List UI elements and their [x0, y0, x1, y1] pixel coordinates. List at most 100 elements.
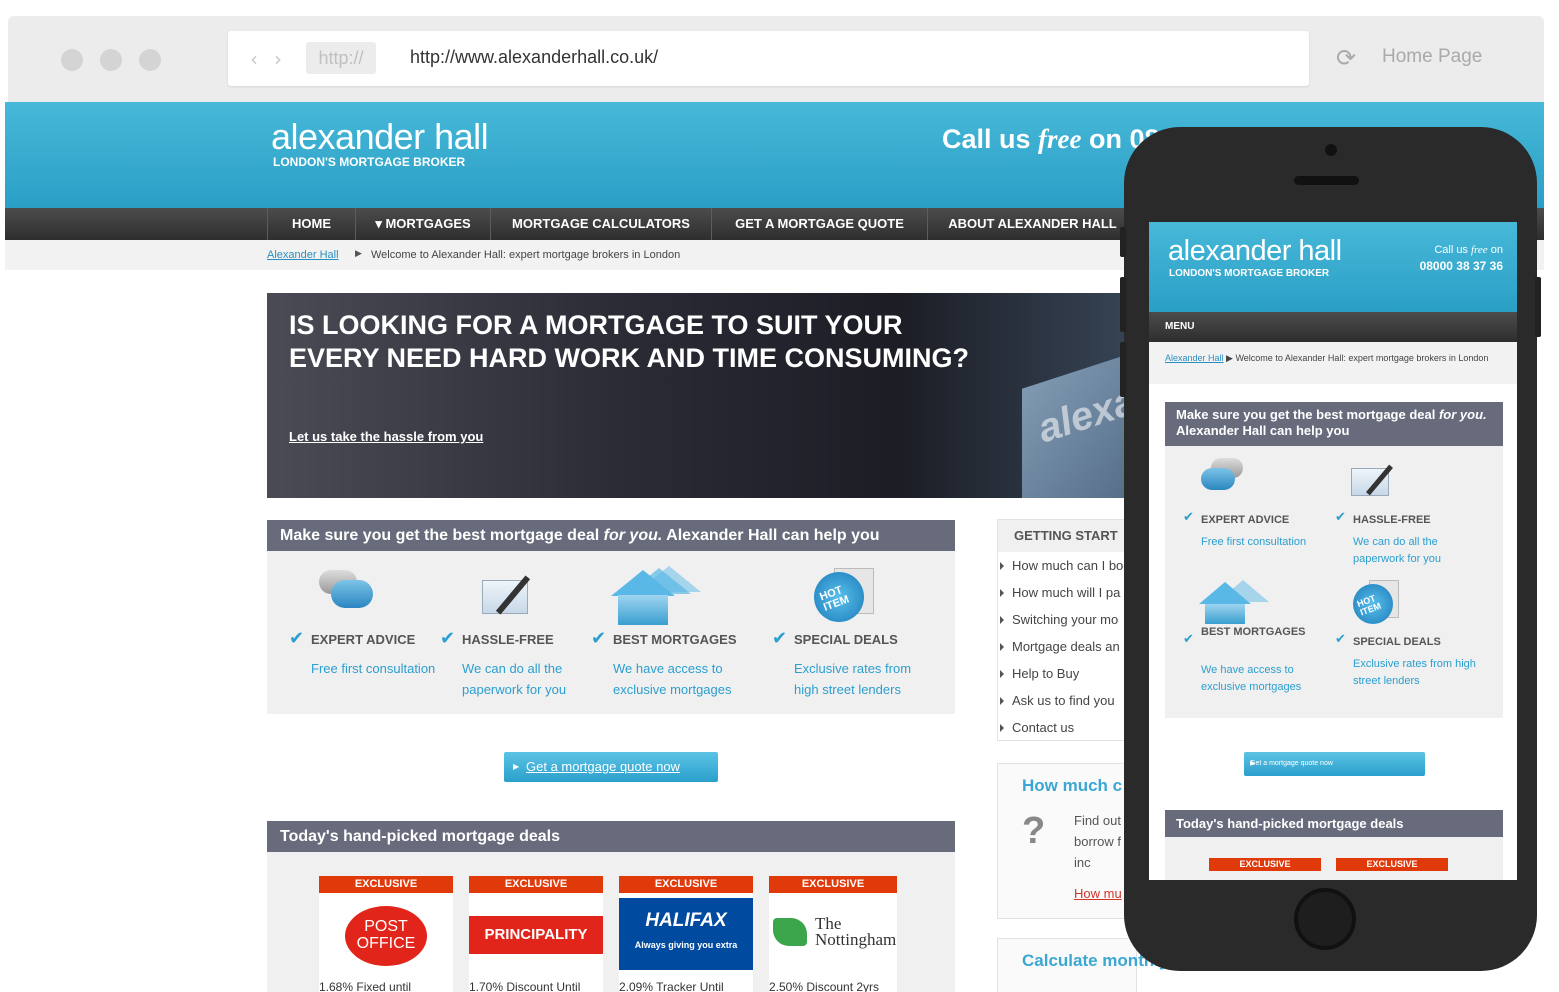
deal-card[interactable]: EXCLUSIVE The Nottingham 2.50% Discount …: [769, 876, 897, 992]
forward-arrow-icon[interactable]: ›: [274, 47, 282, 71]
exclusive-badge: EXCLUSIVE: [1336, 858, 1448, 871]
getting-started-panel: GETTING START How much can I bo How much…: [997, 519, 1137, 741]
how-much-link[interactable]: How mu: [1074, 886, 1122, 901]
houses-icon: [1199, 580, 1279, 624]
nav-mortgage-calculators[interactable]: MORTGAGE CALCULATORS: [490, 208, 711, 240]
window-maximize-dot[interactable]: [139, 49, 161, 71]
feature-title: SPECIAL DEALS: [794, 632, 898, 647]
get-quote-button[interactable]: ▶ Get a mortgage quote now: [504, 752, 718, 782]
nav-get-quote[interactable]: GET A MORTGAGE QUOTE: [711, 208, 927, 240]
feature-special-deals: HOT ITEM ✔ SPECIAL DEALS Exclusive rates…: [772, 558, 922, 697]
halifax-logo: HALIFAX Always giving you extra: [619, 898, 753, 970]
mobile-feature-desc: We have access to exclusive mortgages: [1201, 664, 1302, 693]
back-arrow-icon[interactable]: ‹: [250, 47, 258, 71]
hero-headline: IS LOOKING FOR A MORTGAGE TO SUIT YOUR E…: [289, 310, 970, 373]
sidebar-item[interactable]: Help to Buy: [998, 660, 1136, 687]
site-logo[interactable]: alexander hall: [271, 116, 489, 158]
call-us-text: Call us free on 08: [942, 124, 1160, 154]
phone-mute-switch: [1120, 227, 1126, 257]
exclusive-badge: EXCLUSIVE: [619, 876, 753, 893]
nav-home[interactable]: HOME: [267, 208, 355, 240]
envelope-pen-icon: [1351, 462, 1401, 502]
window-minimize-dot[interactable]: [100, 49, 122, 71]
mobile-breadcrumb-link[interactable]: Alexander Hall: [1165, 353, 1224, 363]
check-icon: ✔: [591, 628, 607, 649]
site-tagline: LONDON'S MORTGAGE BROKER: [273, 155, 466, 169]
calculate-panel: Calculate monthly: [997, 938, 1168, 992]
check-icon: ✔: [289, 628, 305, 649]
exclusive-badge: EXCLUSIVE: [319, 876, 453, 893]
reload-icon[interactable]: ⟳: [1336, 44, 1356, 72]
deal-rate: 2.09% Tracker Until: [619, 980, 724, 992]
sidebar-item[interactable]: Contact us: [998, 714, 1136, 741]
sidebar-item[interactable]: Mortgage deals an: [998, 633, 1136, 660]
phone-home-button[interactable]: [1294, 888, 1356, 950]
how-much-panel: How much c ? Find out borrow f your inc …: [997, 763, 1150, 919]
mobile-phone-number[interactable]: 08000 38 37 36: [1420, 258, 1503, 274]
phone-volume-down: [1120, 342, 1126, 397]
mobile-get-quote-button[interactable]: ▶ Get a mortgage quote now: [1244, 752, 1425, 776]
help-panel: Make sure you get the best mortgage deal…: [267, 520, 955, 714]
sidebar-item[interactable]: Switching your mo: [998, 606, 1136, 633]
question-mark-icon: ?: [1022, 810, 1046, 852]
phone-mockup: alexander hall LONDON'S MORTGAGE BROKER …: [1120, 127, 1541, 971]
arrow-right-icon: ▶: [513, 762, 520, 771]
mobile-site: alexander hall LONDON'S MORTGAGE BROKER …: [1149, 222, 1517, 880]
hero-banner: alexa IS LOOKING FOR A MORTGAGE TO SUIT …: [267, 293, 1167, 498]
mobile-breadcrumb-current: Welcome to Alexander Hall: expert mortga…: [1235, 353, 1489, 363]
phone-power-button: [1535, 277, 1541, 337]
check-icon: ✔: [772, 628, 788, 649]
deals-panel-title: Today's hand-picked mortgage deals: [267, 821, 955, 852]
mobile-header: alexander hall LONDON'S MORTGAGE BROKER …: [1149, 222, 1517, 312]
mobile-call-us[interactable]: Call us free on 08000 38 37 36: [1420, 242, 1503, 274]
breadcrumb-home-link[interactable]: Alexander Hall: [267, 249, 339, 261]
hero-link[interactable]: Let us take the hassle from you: [289, 429, 483, 444]
deal-card[interactable]: EXCLUSIVE POST OFFICE 1.68% Fixed until: [319, 876, 453, 992]
mobile-feature-title: EXPERT ADVICE: [1201, 514, 1290, 526]
deal-card[interactable]: EXCLUSIVE PRINCIPALITY 1.70% Discount Un…: [469, 876, 603, 992]
deal-rate: 2.50% Discount 2yrs: [769, 980, 880, 992]
url-text[interactable]: http://www.alexanderhall.co.uk/: [410, 47, 658, 68]
getting-started-title: GETTING START: [998, 520, 1136, 552]
mobile-feature-desc: We can do all the paperwork for you: [1353, 536, 1442, 565]
mobile-help-panel: Make sure you get the best mortgage deal…: [1165, 402, 1503, 718]
check-icon: ✔: [440, 628, 456, 649]
sidebar-item[interactable]: How much will I pa: [998, 579, 1136, 606]
home-page-button[interactable]: Home Page: [1382, 46, 1482, 68]
sidebar-item[interactable]: Ask us to find you: [998, 687, 1136, 714]
mobile-feature-desc: Free first consultation: [1201, 536, 1307, 548]
nav-mortgages[interactable]: ▾ MORTGAGES: [355, 208, 490, 240]
feature-desc: Exclusive rates from high street lenders: [794, 661, 912, 697]
post-office-logo: POST OFFICE: [345, 906, 427, 966]
feature-title: EXPERT ADVICE: [311, 632, 416, 647]
mobile-feature-desc: Exclusive rates from high street lenders: [1353, 658, 1476, 687]
phone-speaker: [1294, 176, 1359, 185]
hot-item-badge-icon: HOT ITEM: [772, 558, 922, 626]
nav-about[interactable]: ABOUT ALEXANDER HALL: [927, 208, 1137, 240]
check-icon: ✔: [1183, 510, 1194, 525]
feature-desc: Free first consultation: [311, 661, 436, 676]
mobile-menu-button[interactable]: MENU: [1149, 312, 1517, 342]
feature-expert-advice: ✔ EXPERT ADVICE Free first consultation: [289, 558, 439, 676]
sidebar-item[interactable]: How much can I bo: [998, 552, 1136, 579]
deal-rate: 1.70% Discount Until: [469, 980, 581, 992]
phone-camera: [1325, 144, 1337, 156]
mobile-logo[interactable]: alexander hall: [1168, 235, 1342, 268]
check-icon: ✔: [1183, 632, 1194, 647]
speech-bubbles-icon: [289, 558, 439, 626]
mobile-help-title: Make sure you get the best mortgage deal…: [1165, 402, 1503, 446]
mobile-feature-title: HASSLE-FREE: [1353, 514, 1431, 526]
deal-rate: 1.68% Fixed until: [319, 980, 412, 992]
help-panel-title: Make sure you get the best mortgage deal…: [267, 520, 955, 551]
phone-volume-up: [1120, 277, 1126, 332]
speech-bubbles-icon: [1201, 458, 1261, 498]
window-close-dot[interactable]: [61, 49, 83, 71]
mobile-feature-title: SPECIAL DEALS: [1353, 636, 1441, 648]
deal-card[interactable]: EXCLUSIVE HALIFAX Always giving you extr…: [619, 876, 753, 992]
exclusive-badge: EXCLUSIVE: [1209, 858, 1321, 871]
address-bar[interactable]: ‹ › http:// http://www.alexanderhall.co.…: [228, 31, 1309, 86]
feature-title: BEST MORTGAGES: [613, 632, 737, 647]
principality-logo: PRINCIPALITY: [469, 916, 603, 954]
exclusive-badge: EXCLUSIVE: [469, 876, 603, 893]
deals-panel: Today's hand-picked mortgage deals EXCLU…: [267, 821, 955, 992]
